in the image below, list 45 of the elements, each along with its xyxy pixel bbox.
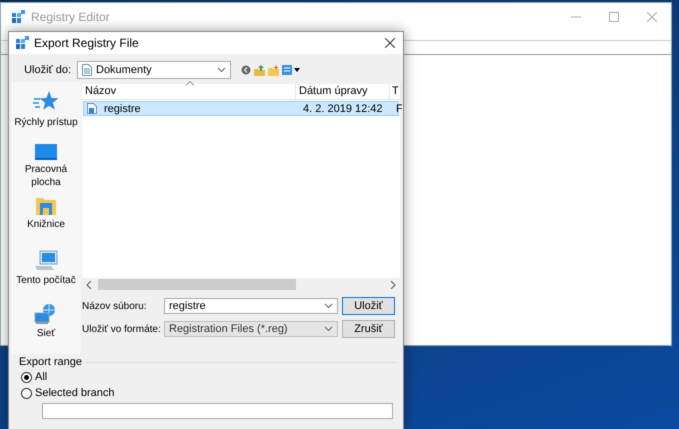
new-folder-icon[interactable] bbox=[268, 64, 279, 76]
place-label[interactable]: Knižnice bbox=[11, 218, 81, 232]
network-icon bbox=[34, 302, 58, 325]
place-label[interactable]: Rýchly prístup bbox=[11, 116, 81, 129]
dialog-title: Export Registry File bbox=[34, 36, 140, 50]
radio-button[interactable] bbox=[21, 388, 32, 398]
radio-label: All bbox=[35, 371, 48, 383]
folder-icon bbox=[35, 196, 57, 216]
scrollbar-thumb[interactable] bbox=[98, 279, 296, 290]
horizontal-scrollbar[interactable] bbox=[82, 278, 400, 291]
branch-path-field[interactable] bbox=[42, 403, 393, 419]
place-label[interactable]: Pracovná plocha bbox=[11, 163, 81, 190]
registry-file-icon bbox=[87, 103, 98, 114]
registry-icon bbox=[11, 10, 25, 24]
file-type-label: Uložiť vo formáte: bbox=[82, 324, 162, 334]
radio-label: Selected branch bbox=[35, 387, 114, 399]
document-icon bbox=[82, 64, 92, 76]
column-header[interactable]: Názov bbox=[82, 84, 296, 99]
save-in-dropdown[interactable]: Dokumenty bbox=[77, 61, 231, 79]
radio-button[interactable] bbox=[21, 372, 32, 382]
file-type-dropdown[interactable]: Registration Files (*.reg) bbox=[164, 321, 338, 337]
file-cell-text: registre bbox=[103, 102, 141, 114]
save-in-label: Uložiť do: bbox=[23, 64, 71, 76]
file-cell-text: 4. 2. 2019 12:42 bbox=[302, 102, 383, 114]
group-title: Export range bbox=[19, 356, 85, 368]
file-name-field[interactable]: registre bbox=[164, 298, 338, 314]
column-header[interactable]: T bbox=[390, 84, 401, 99]
scroll-left-icon[interactable] bbox=[86, 280, 92, 288]
maximize-icon[interactable] bbox=[609, 12, 619, 22]
computer-icon bbox=[34, 250, 58, 272]
file-name-label: Názov súboru: bbox=[82, 300, 148, 312]
scroll-right-icon[interactable] bbox=[390, 280, 396, 288]
place-label[interactable]: Sieť bbox=[11, 326, 81, 340]
back-icon[interactable] bbox=[241, 65, 251, 75]
file-cell-text: F bbox=[395, 102, 402, 114]
up-folder-icon[interactable] bbox=[254, 64, 265, 76]
place-label[interactable]: Tento počítač bbox=[11, 274, 81, 287]
window-title: Registry Editor bbox=[31, 10, 111, 24]
save-button[interactable]: Uložiť bbox=[342, 297, 395, 315]
view-menu-icon[interactable] bbox=[282, 65, 300, 75]
monitor-icon bbox=[35, 143, 57, 162]
cancel-button[interactable]: Zrušiť bbox=[342, 320, 395, 338]
close-icon[interactable] bbox=[385, 38, 395, 48]
registry-icon bbox=[15, 36, 29, 50]
column-header[interactable]: Dátum úpravy bbox=[296, 84, 390, 99]
